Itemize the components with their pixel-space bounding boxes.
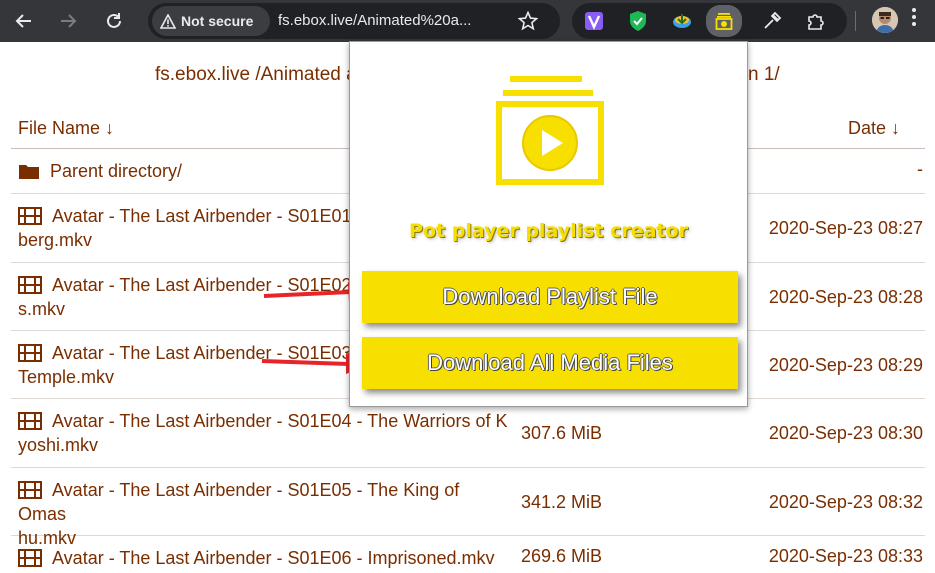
pot-player-playlist-icon [715, 13, 733, 30]
back-arrow-icon [15, 14, 31, 28]
file-name: Avatar - The Last Airbender - S01E04 - T… [52, 411, 508, 431]
file-link[interactable]: Avatar - The Last Airbender - S01E04 - T… [18, 409, 508, 457]
file-size: 341.2 MiB [521, 492, 603, 512]
film-icon [18, 276, 42, 294]
profile-avatar-icon [872, 7, 898, 33]
file-name-continued: s.mkv [18, 299, 65, 319]
popup-title: Pot player playlist creator [409, 220, 688, 242]
file-name: Avatar - The Last Airbender - S01E06 - I… [52, 548, 495, 568]
back-button[interactable] [8, 5, 40, 37]
address-bar[interactable]: Not secure fs.ebox.live/Animated%20a... [148, 3, 560, 39]
download-manager-icon [673, 14, 691, 28]
page-breadcrumb: fs.ebox.live /Animated a [155, 64, 357, 85]
parent-directory-label: Parent directory/ [50, 161, 183, 181]
file-date: 2020-Sep-23 08:27 [768, 218, 923, 238]
download-all-media-button[interactable]: Download All Media Files [362, 337, 738, 389]
url-text[interactable]: fs.ebox.live/Animated%20a... [278, 12, 471, 29]
download-playlist-button[interactable]: Download Playlist File [362, 271, 738, 323]
folder-icon [19, 165, 39, 179]
kebab-menu-icon [912, 8, 916, 26]
film-icon [18, 344, 42, 362]
reload-button[interactable] [98, 5, 130, 37]
file-name-continued: Temple.mkv [18, 367, 115, 387]
film-icon [18, 207, 42, 225]
pot-player-extension-popup: Pot player playlist creator Download Pla… [349, 41, 748, 407]
extensions-puzzle-icon [808, 14, 824, 30]
download-manager-extension-button[interactable] [668, 7, 696, 35]
film-icon [18, 412, 42, 430]
forward-button[interactable] [52, 5, 84, 37]
vpn-icon [585, 12, 603, 30]
file-name-continued: berg.mkv [18, 230, 93, 250]
file-date: 2020-Sep-23 08:32 [768, 492, 923, 512]
file-date: 2020-Sep-23 08:30 [768, 423, 923, 443]
extensions-menu-button[interactable] [802, 7, 830, 35]
eyedropper-icon [764, 11, 782, 29]
browser-menu-button[interactable] [911, 7, 917, 33]
page-breadcrumb-tail: n 1/ [748, 64, 780, 85]
warning-icon [160, 13, 176, 29]
playlist-logo-icon [496, 76, 604, 185]
eyedropper-extension-button[interactable] [758, 7, 786, 35]
table-row: Avatar - The Last Airbender - S01E05 - T… [11, 468, 925, 548]
extensions-area [572, 3, 847, 39]
forward-arrow-icon [61, 14, 77, 28]
column-header-file-name[interactable]: File Name ↓ [18, 118, 114, 139]
file-date: 2020-Sep-23 08:28 [768, 287, 923, 307]
reload-icon [107, 13, 121, 28]
parent-date: - [917, 159, 923, 179]
table-row: Avatar - The Last Airbender - S01E06 - I… [11, 536, 925, 573]
toolbar-divider [855, 11, 856, 31]
file-date: 2020-Sep-23 08:33 [768, 546, 923, 566]
pot-player-extension-button[interactable] [706, 5, 742, 37]
profile-avatar[interactable] [872, 7, 898, 33]
security-label: Not secure [181, 13, 254, 29]
film-icon [18, 481, 42, 499]
browser-toolbar: Not secure fs.ebox.live/Animated%20a... [0, 0, 935, 42]
adblock-shield-icon [630, 11, 646, 31]
file-name: Avatar - The Last Airbender - S01E01 - [52, 206, 363, 226]
file-name: Avatar - The Last Airbender - S01E05 - T… [18, 480, 460, 524]
file-link[interactable]: Avatar - The Last Airbender - S01E06 - I… [18, 546, 508, 570]
file-date: 2020-Sep-23 08:29 [768, 355, 923, 375]
vpn-extension-button[interactable] [580, 7, 608, 35]
file-name-continued: yoshi.mkv [18, 435, 99, 455]
film-icon [18, 549, 42, 567]
file-size: 269.6 MiB [521, 546, 603, 566]
file-size: 307.6 MiB [521, 423, 603, 443]
bookmark-star-icon[interactable] [518, 11, 538, 31]
column-header-date[interactable]: Date ↓ [848, 118, 900, 139]
security-chip[interactable]: Not secure [152, 6, 270, 36]
table-row: Avatar - The Last Airbender - S01E04 - T… [11, 399, 925, 468]
adblock-extension-button[interactable] [624, 7, 652, 35]
